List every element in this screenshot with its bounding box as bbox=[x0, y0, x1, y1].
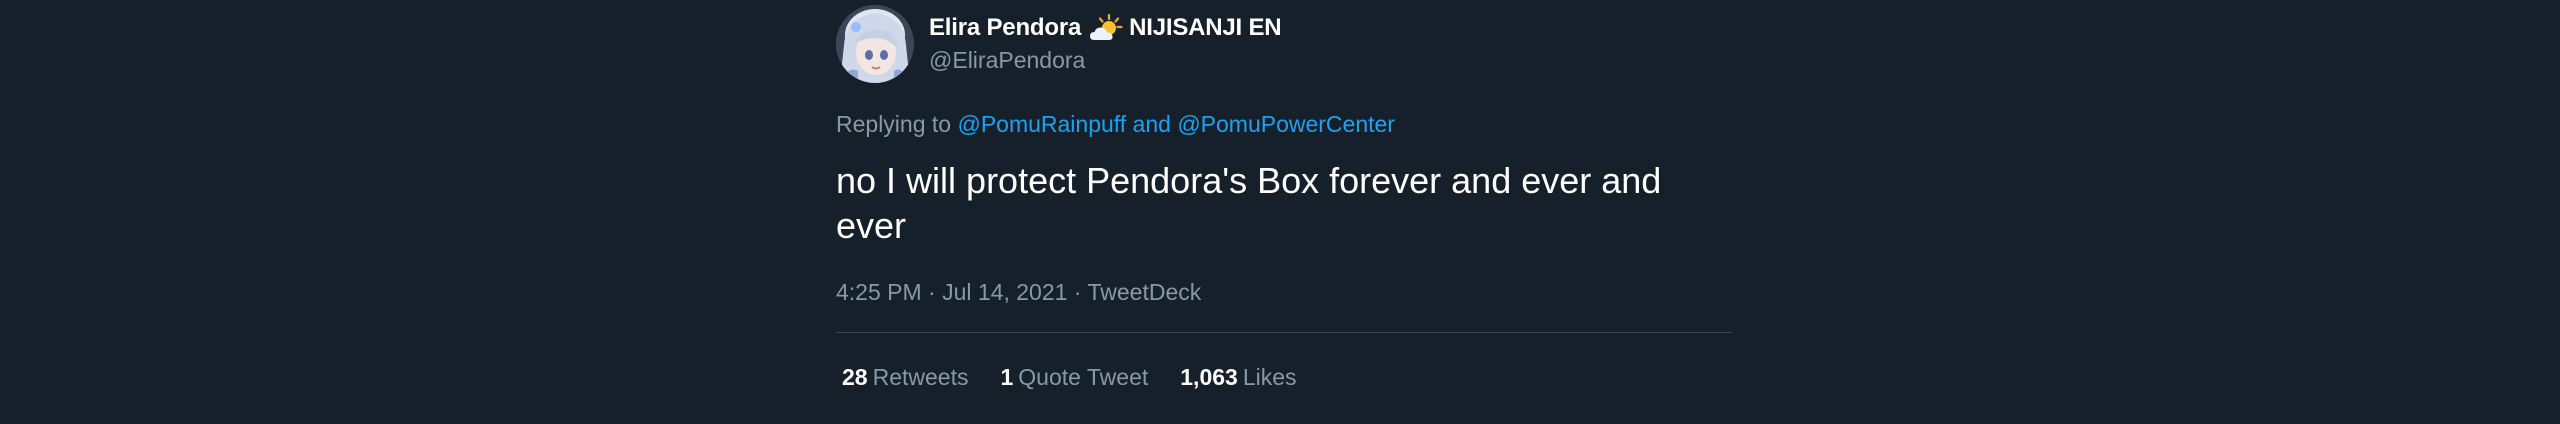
author-block: Elira Pendora NIJISANJI EN @EliraPendora bbox=[929, 13, 1282, 76]
divider bbox=[836, 332, 1732, 333]
likes-label: Likes bbox=[1242, 364, 1297, 390]
meta-separator: · bbox=[1073, 279, 1082, 305]
retweets-stat[interactable]: 28 Retweets bbox=[842, 361, 968, 393]
reply-user-link-1[interactable]: @PomuRainpuff bbox=[957, 111, 1126, 137]
tweet-text: no I will protect Pendora's Box forever … bbox=[836, 160, 1662, 246]
tweet-meta: 4:25 PM · Jul 14, 2021 · TweetDeck bbox=[836, 276, 1201, 308]
sun-behind-cloud-icon bbox=[1089, 13, 1123, 43]
tweet-source[interactable]: TweetDeck bbox=[1087, 279, 1201, 305]
tweet-header: Elira Pendora NIJISANJI EN @EliraPendora bbox=[836, 4, 1282, 84]
display-name[interactable]: Elira Pendora bbox=[929, 13, 1081, 43]
tweet-date[interactable]: Jul 14, 2021 bbox=[942, 279, 1067, 305]
replying-to-prefix: Replying to bbox=[836, 111, 952, 137]
likes-stat[interactable]: 1,063 Likes bbox=[1180, 361, 1296, 393]
reply-user-link-2[interactable]: @PomuPowerCenter bbox=[1177, 111, 1395, 137]
replying-to: Replying to @PomuRainpuff and @PomuPower… bbox=[836, 108, 1395, 140]
tweet-stats: 28 Retweets 1 Quote Tweet 1,063 Likes bbox=[842, 361, 1329, 393]
meta-separator: · bbox=[928, 279, 936, 305]
author-name-row[interactable]: Elira Pendora NIJISANJI EN bbox=[929, 13, 1282, 43]
retweets-label: Retweets bbox=[872, 364, 969, 390]
avatar-image bbox=[836, 5, 914, 83]
author-handle[interactable]: @EliraPendora bbox=[929, 44, 1281, 76]
tweet-time[interactable]: 4:25 PM bbox=[836, 279, 922, 305]
quote-tweets-label: Quote Tweet bbox=[1018, 364, 1149, 390]
affiliation[interactable]: NIJISANJI EN bbox=[1129, 13, 1282, 43]
quote-tweets-count: 1 bbox=[1000, 364, 1014, 390]
tweet-detail: Elira Pendora NIJISANJI EN @EliraPendora… bbox=[836, 0, 1732, 424]
quote-tweets-stat[interactable]: 1 Quote Tweet bbox=[1000, 361, 1148, 393]
avatar[interactable] bbox=[836, 5, 914, 83]
retweets-count: 28 bbox=[842, 364, 868, 390]
likes-count: 1,063 bbox=[1180, 364, 1238, 390]
reply-conjunction: and bbox=[1132, 111, 1171, 137]
